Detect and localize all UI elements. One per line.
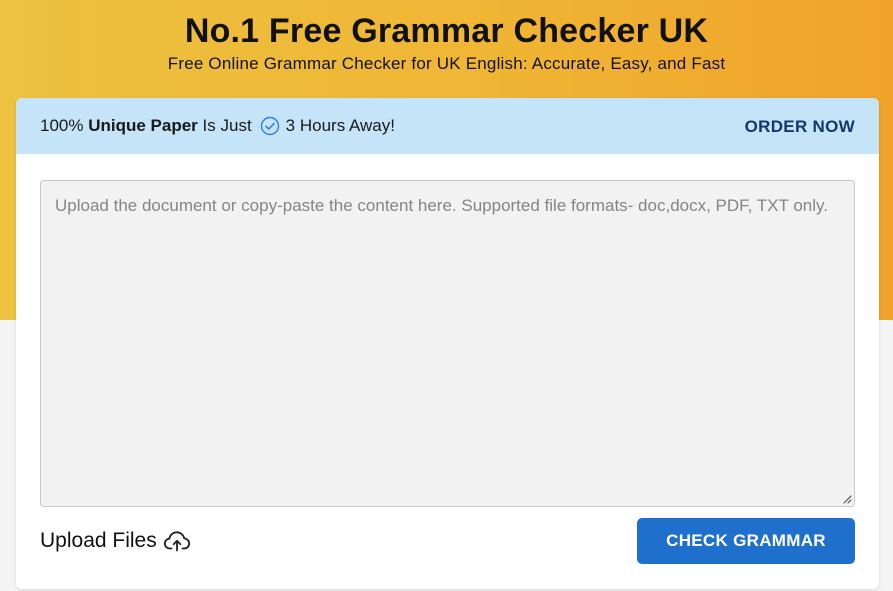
cloud-upload-icon — [163, 531, 190, 552]
content-textarea[interactable] — [40, 180, 855, 507]
check-grammar-button[interactable]: CHECK GRAMMAR — [637, 518, 855, 564]
upload-files-label: Upload Files — [40, 529, 157, 552]
order-now-link[interactable]: ORDER NOW — [745, 117, 855, 137]
promo-bar: 100% Unique Paper Is Just 3 Hours Away! … — [16, 98, 879, 154]
resize-grip-icon[interactable] — [842, 494, 852, 504]
promo-highlight: Unique Paper — [88, 116, 198, 135]
promo-suffix: 3 Hours Away! — [285, 116, 395, 135]
promo-text: 100% Unique Paper Is Just 3 Hours Away! — [40, 116, 395, 136]
promo-middle: Is Just — [202, 116, 252, 135]
upload-files-button[interactable]: Upload Files — [40, 526, 191, 556]
page-title: No.1 Free Grammar Checker UK — [184, 12, 709, 50]
page-subtitle: Free Online Grammar Checker for UK Engli… — [167, 54, 726, 73]
grammar-checker-card: 100% Unique Paper Is Just 3 Hours Away! … — [16, 98, 879, 589]
check-circle-icon — [260, 116, 279, 136]
promo-prefix: 100% — [40, 116, 84, 135]
